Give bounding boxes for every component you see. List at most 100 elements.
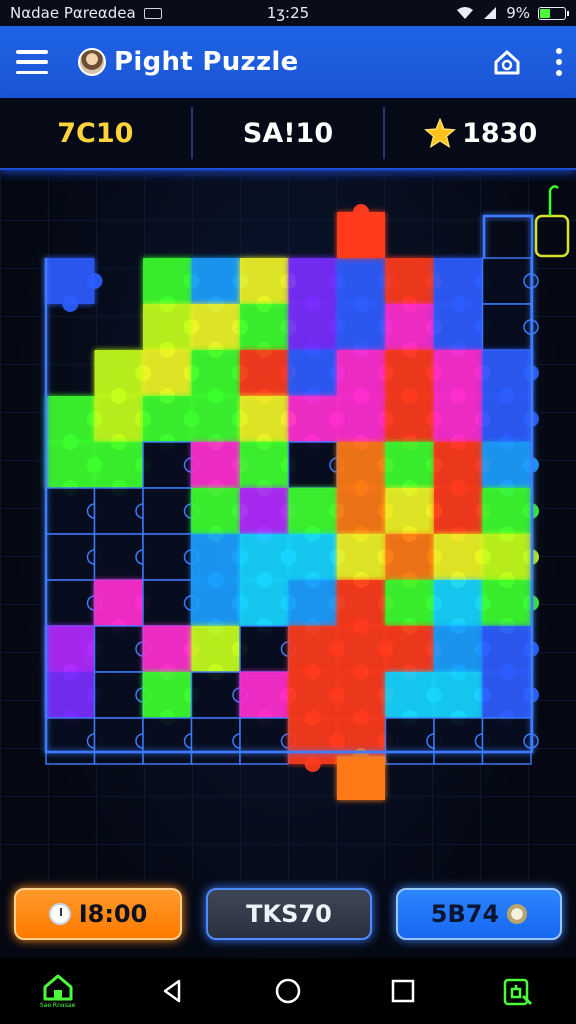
puzzle-piece[interactable] — [142, 579, 200, 627]
puzzle-piece[interactable] — [240, 258, 297, 312]
star-icon — [424, 118, 457, 148]
puzzle-piece[interactable] — [384, 717, 442, 765]
puzzle-piece[interactable] — [385, 396, 443, 450]
puzzle-piece[interactable] — [288, 258, 346, 312]
timer-button[interactable]: I8:00 — [14, 888, 182, 940]
puzzle-piece[interactable] — [337, 396, 394, 450]
puzzle-piece[interactable] — [288, 672, 346, 726]
puzzle-piece[interactable] — [191, 350, 249, 404]
puzzle-piece[interactable] — [481, 717, 539, 765]
puzzle-board[interactable] — [0, 172, 576, 880]
puzzle-piece[interactable] — [337, 626, 394, 680]
nav-puzzle[interactable] — [493, 966, 543, 1016]
puzzle-piece[interactable] — [337, 442, 394, 496]
puzzle-piece[interactable] — [46, 396, 103, 450]
puzzle-piece[interactable] — [482, 626, 540, 680]
puzzle-piece[interactable] — [337, 304, 394, 358]
puzzle-piece[interactable] — [433, 717, 491, 765]
puzzle-piece[interactable] — [385, 304, 443, 358]
puzzle-piece[interactable] — [434, 350, 491, 404]
puzzle-piece[interactable] — [481, 303, 539, 351]
puzzle-piece[interactable] — [288, 626, 346, 680]
puzzle-piece[interactable] — [45, 533, 103, 581]
puzzle-piece[interactable] — [482, 580, 540, 634]
puzzle-piece[interactable] — [385, 488, 443, 542]
menu-icon[interactable] — [14, 47, 50, 77]
puzzle-piece[interactable] — [191, 442, 249, 496]
puzzle-piece[interactable] — [191, 396, 249, 450]
puzzle-piece[interactable] — [434, 442, 491, 496]
puzzle-piece[interactable] — [240, 488, 297, 542]
puzzle-piece[interactable] — [337, 258, 394, 312]
puzzle-piece[interactable] — [45, 717, 103, 765]
puzzle-piece[interactable] — [45, 579, 103, 627]
puzzle-piece[interactable] — [191, 534, 249, 588]
puzzle-piece[interactable] — [287, 441, 345, 489]
puzzle-piece[interactable] — [191, 258, 249, 312]
puzzle-piece[interactable] — [434, 396, 491, 450]
tks-button[interactable]: TKS70 — [206, 888, 372, 940]
puzzle-piece[interactable] — [482, 488, 540, 542]
puzzle-piece[interactable] — [385, 534, 443, 588]
puzzle-piece[interactable] — [239, 717, 297, 765]
puzzle-board-svg[interactable] — [0, 172, 576, 880]
puzzle-piece[interactable] — [337, 350, 394, 404]
puzzle-piece[interactable] — [385, 258, 443, 312]
puzzle-piece[interactable] — [191, 488, 249, 542]
puzzle-piece[interactable] — [142, 533, 200, 581]
puzzle-piece[interactable] — [240, 350, 297, 404]
puzzle-icon — [504, 978, 533, 1006]
puzzle-piece[interactable] — [240, 304, 297, 358]
coins-button[interactable]: 5B74 — [396, 888, 562, 940]
puzzle-piece[interactable] — [143, 258, 200, 312]
puzzle-piece[interactable] — [288, 534, 346, 588]
puzzle-piece[interactable] — [385, 350, 443, 404]
puzzle-piece[interactable] — [93, 717, 151, 765]
puzzle-piece[interactable] — [143, 350, 200, 404]
puzzle-piece[interactable] — [143, 304, 200, 358]
puzzle-piece[interactable] — [482, 442, 540, 496]
puzzle-piece[interactable] — [93, 625, 151, 673]
puzzle-piece[interactable] — [288, 350, 346, 404]
puzzle-piece[interactable] — [288, 718, 346, 772]
nav-circle-home[interactable] — [263, 966, 313, 1016]
puzzle-piece[interactable] — [93, 533, 151, 581]
nav-home[interactable]: Sae Rnαsae — [33, 966, 83, 1016]
puzzle-piece[interactable] — [190, 717, 248, 765]
puzzle-piece[interactable] — [93, 671, 151, 719]
puzzle-piece[interactable] — [481, 257, 539, 305]
puzzle-piece[interactable] — [93, 487, 151, 535]
puzzle-piece[interactable] — [239, 625, 297, 673]
kebab-icon[interactable] — [556, 48, 562, 76]
puzzle-piece[interactable] — [482, 350, 540, 404]
puzzle-piece[interactable] — [434, 534, 491, 588]
nav-back[interactable] — [148, 966, 198, 1016]
puzzle-piece[interactable] — [434, 580, 491, 634]
puzzle-piece[interactable] — [337, 204, 385, 258]
puzzle-piece[interactable] — [142, 487, 200, 535]
puzzle-piece[interactable] — [337, 534, 394, 588]
home-icon[interactable] — [492, 48, 522, 76]
puzzle-piece[interactable] — [142, 441, 200, 489]
puzzle-piece[interactable] — [385, 580, 443, 634]
puzzle-piece[interactable] — [94, 350, 152, 404]
puzzle-piece[interactable] — [288, 580, 346, 634]
puzzle-piece[interactable] — [385, 442, 443, 496]
puzzle-piece[interactable] — [482, 396, 540, 450]
puzzle-piece[interactable] — [434, 488, 491, 542]
puzzle-piece[interactable] — [434, 626, 491, 680]
puzzle-piece[interactable] — [45, 487, 103, 535]
puzzle-piece[interactable] — [385, 626, 443, 680]
puzzle-piece[interactable] — [46, 258, 103, 312]
puzzle-piece[interactable] — [191, 304, 249, 358]
puzzle-piece[interactable] — [288, 304, 346, 358]
nav-recents[interactable] — [378, 966, 428, 1016]
puzzle-piece[interactable] — [482, 534, 540, 588]
puzzle-piece[interactable] — [142, 717, 200, 765]
puzzle-piece[interactable] — [240, 534, 297, 588]
puzzle-piece[interactable] — [337, 580, 394, 634]
puzzle-piece[interactable] — [337, 488, 394, 542]
puzzle-piece[interactable] — [288, 488, 346, 542]
avatar[interactable] — [78, 48, 106, 76]
puzzle-piece[interactable] — [190, 671, 248, 719]
